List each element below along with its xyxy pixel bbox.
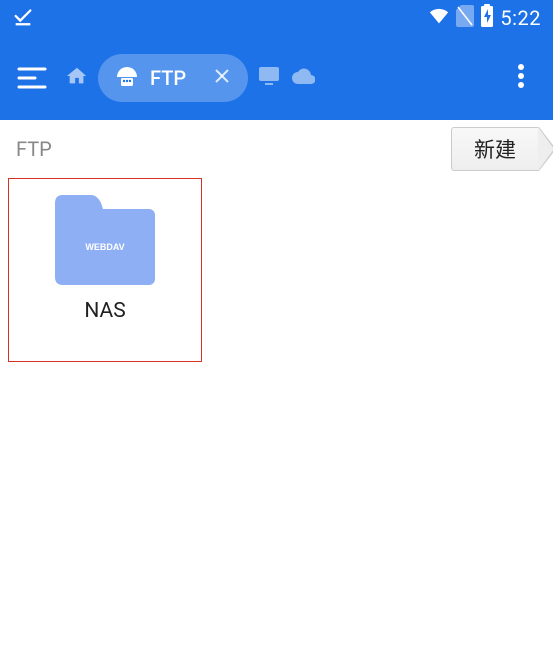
close-tab-button[interactable]	[210, 66, 234, 90]
app-header: FTP	[0, 36, 553, 120]
sim-off-icon	[456, 5, 474, 31]
status-left	[12, 5, 34, 31]
home-tab[interactable]	[64, 65, 90, 91]
ftp-icon	[114, 63, 140, 93]
home-icon	[66, 65, 88, 91]
content-grid: WEBDAV NAS	[0, 178, 553, 362]
folder-webdav-icon: WEBDAV	[55, 195, 155, 285]
check-underline-icon	[12, 5, 34, 31]
active-tab-ftp[interactable]: FTP	[98, 54, 248, 102]
cloud-icon	[291, 67, 315, 89]
more-vertical-icon	[517, 63, 525, 93]
tabs-area: FTP	[64, 54, 489, 102]
status-time: 5:22	[500, 6, 541, 30]
battery-charging-icon	[480, 4, 494, 32]
folder-name: NAS	[84, 299, 125, 323]
menu-button[interactable]	[12, 58, 52, 98]
active-tab-label: FTP	[150, 66, 186, 90]
status-bar: 5:22	[0, 0, 553, 36]
svg-text:WEBDAV: WEBDAV	[85, 242, 124, 252]
device-tab[interactable]	[256, 65, 282, 91]
breadcrumb-bar: FTP 新建	[0, 120, 553, 178]
wifi-icon	[428, 5, 450, 31]
folder-item-nas[interactable]: WEBDAV NAS	[8, 178, 202, 362]
device-icon	[258, 66, 280, 90]
cloud-tab[interactable]	[290, 65, 316, 91]
status-right: 5:22	[428, 4, 541, 32]
new-button[interactable]: 新建	[451, 127, 539, 171]
breadcrumb[interactable]: FTP	[16, 137, 52, 161]
close-icon	[214, 68, 230, 88]
more-menu-button[interactable]	[501, 58, 541, 98]
